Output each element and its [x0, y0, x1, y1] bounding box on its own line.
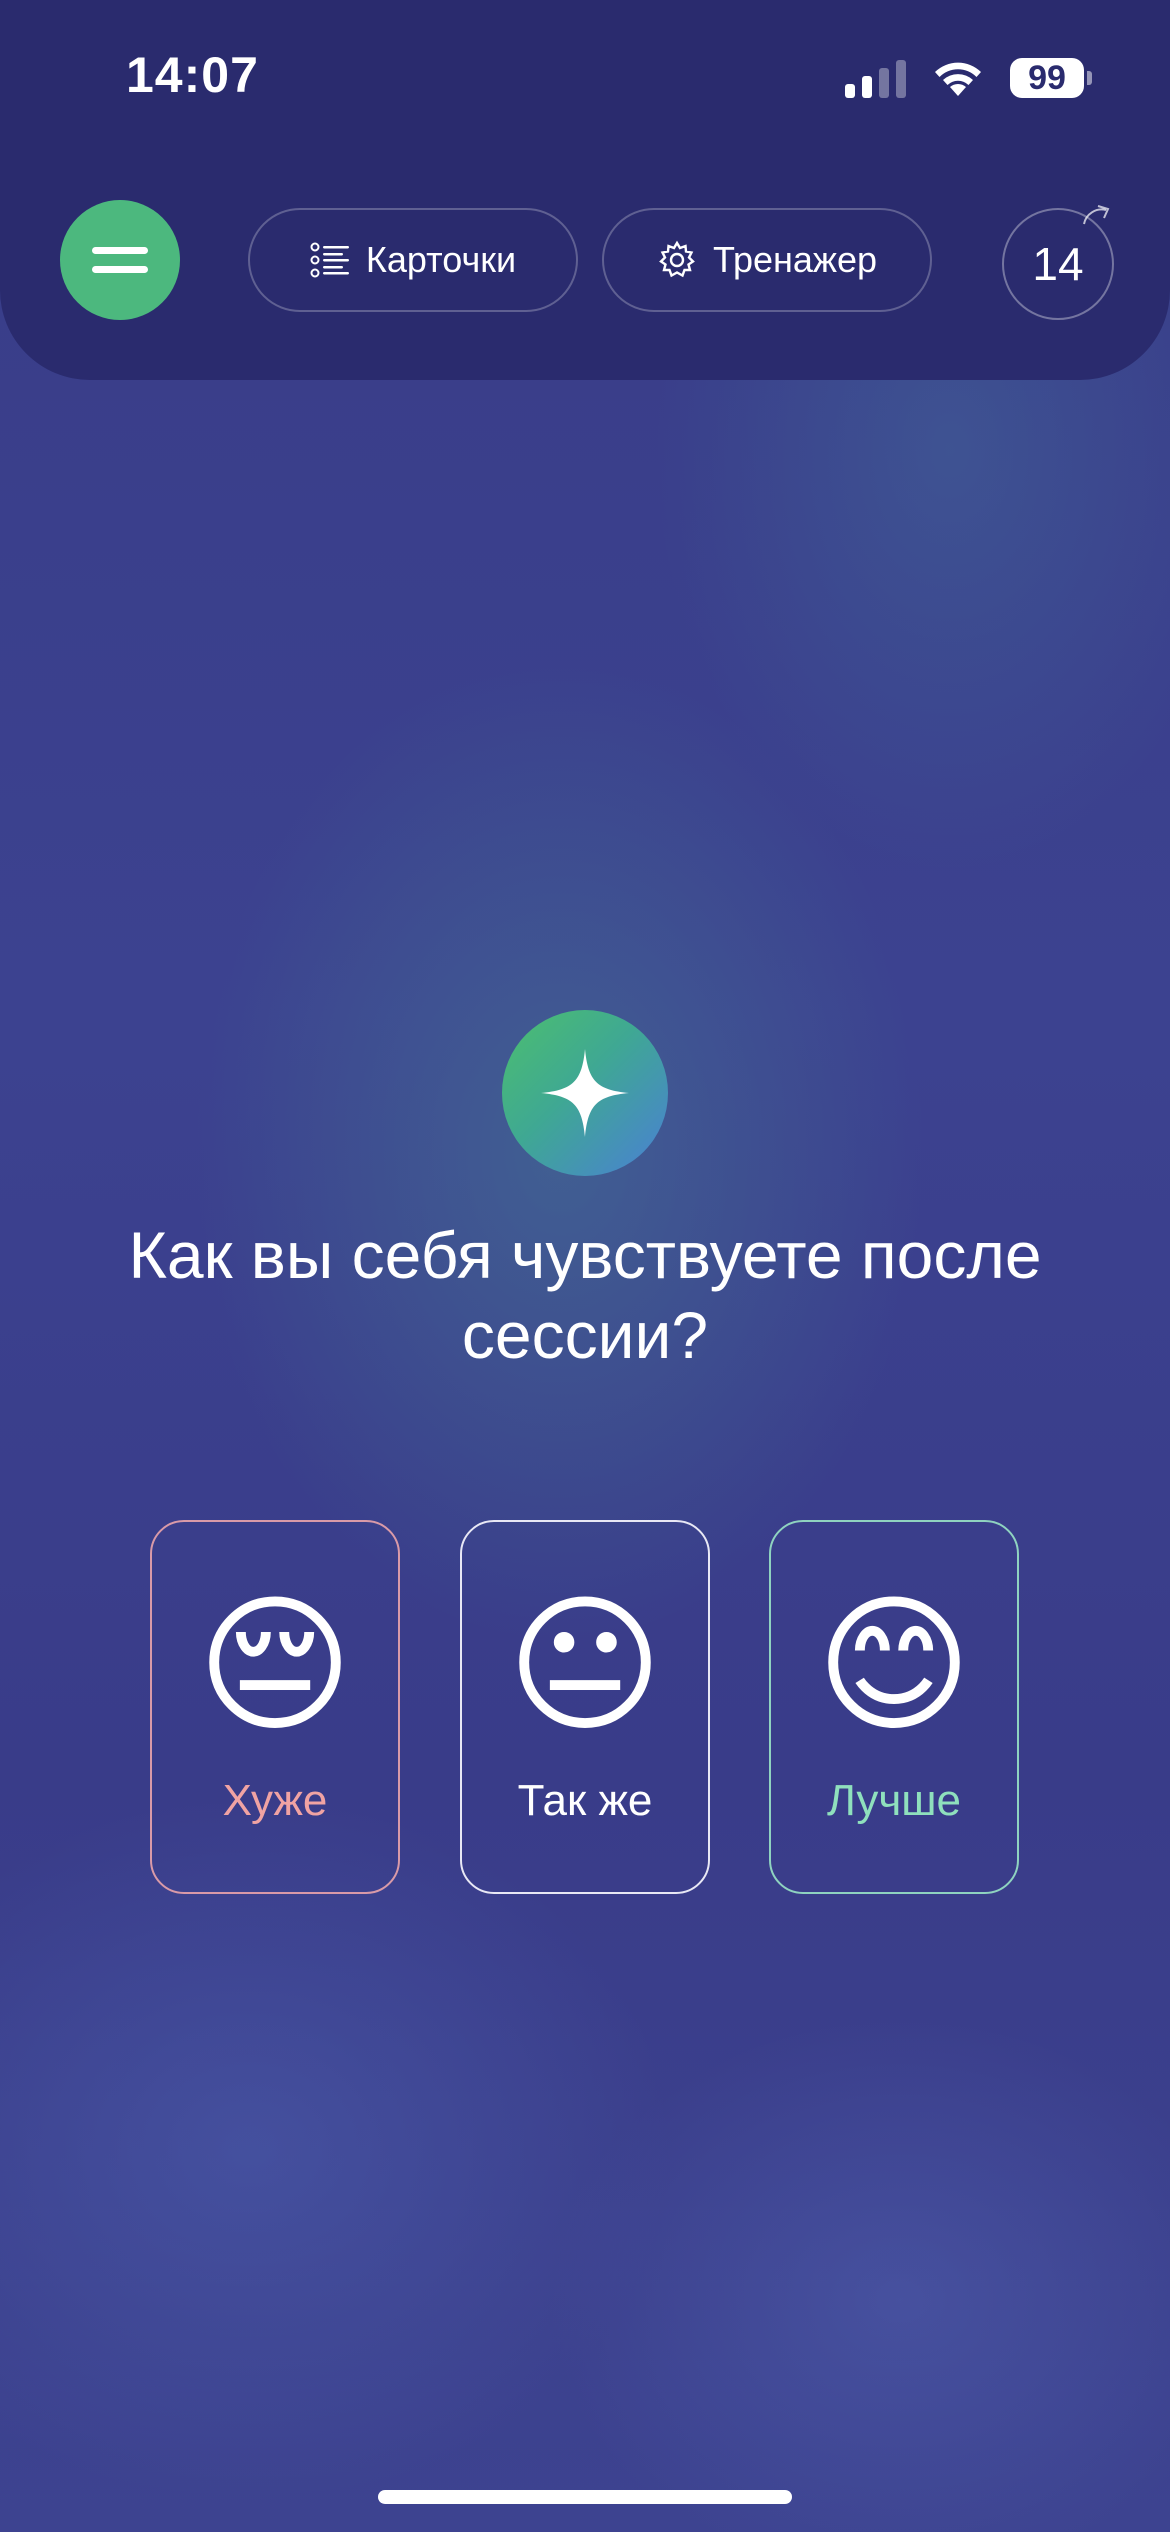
status-time: 14:07 [126, 47, 259, 103]
menu-icon [92, 247, 148, 273]
counter-value: 14 [1032, 238, 1084, 290]
pensive-face-icon: 😔 [196, 1581, 354, 1749]
cards-label: Карточки [365, 239, 517, 280]
home-indicator[interactable] [378, 2490, 792, 2504]
option-worse-label: Хуже [222, 1776, 328, 1825]
option-worse[interactable]: 😔 Хуже [150, 1520, 400, 1894]
cards-button[interactable]: Карточки [248, 208, 578, 312]
option-better[interactable]: 😊 Лучше [769, 1520, 1019, 1894]
menu-button[interactable] [60, 200, 180, 320]
trainer-label: Тренажер [712, 239, 878, 280]
option-same[interactable]: 😐 Так же [460, 1520, 710, 1894]
sparkle-icon [541, 1049, 629, 1137]
list-icon [310, 242, 349, 278]
wifi-icon [935, 62, 981, 96]
signal-icon [845, 58, 906, 98]
option-better-label: Лучше [826, 1776, 962, 1825]
trainer-button[interactable]: Тренажер [602, 208, 932, 312]
feedback-question: Как вы себя чувствуете после сессии? [128, 1218, 1042, 1372]
sparkle-badge [502, 1010, 668, 1176]
battery-level: 99 [1010, 58, 1084, 98]
top-header: 14:07 99 Карточки Тренажер 14 [0, 0, 1170, 380]
option-same-label: Так же [517, 1776, 653, 1825]
neutral-face-icon: 😐 [506, 1581, 664, 1749]
session-counter[interactable]: 14 [1002, 205, 1114, 320]
gear-icon [659, 240, 695, 278]
smiling-face-icon: 😊 [815, 1581, 973, 1749]
refresh-arrow-icon [1083, 205, 1110, 225]
battery-icon: 99 [1010, 58, 1092, 98]
status-icons: 99 [845, 52, 1092, 104]
